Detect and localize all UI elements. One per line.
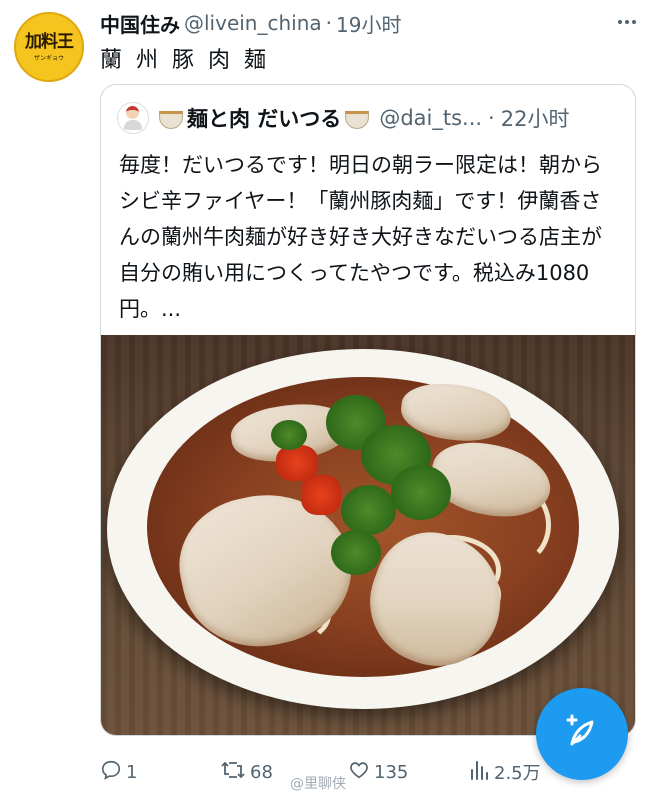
like-count: 135: [374, 761, 409, 783]
quote-time[interactable]: 22小时: [501, 103, 570, 133]
quote-header: 麺と肉 だいつる @dai_ts... · 22小时: [117, 101, 627, 135]
header-separator: ·: [325, 11, 333, 35]
reply-icon: [100, 759, 126, 786]
quote-author-avatar[interactable]: [117, 102, 149, 134]
watermark: @里聊侠: [290, 776, 346, 792]
compose-feather-icon: [560, 710, 604, 758]
noodle-bowl-photo[interactable]: [101, 335, 635, 735]
views-button[interactable]: 2.5万: [468, 756, 541, 788]
author-avatar[interactable]: 加料王 ザンギョウ: [14, 12, 84, 82]
tweet-card[interactable]: 加料王 ザンギョウ 中国住み @livein_china · 19小时 蘭州豚肉…: [0, 0, 653, 800]
author-name[interactable]: 中国住み: [100, 9, 180, 38]
ramen-bowl-icon: [345, 111, 370, 129]
retweet-button[interactable]: 68: [220, 756, 273, 788]
quote-separator: ·: [488, 106, 495, 130]
tweet-text: 蘭州豚肉麺: [100, 48, 281, 73]
quote-text: 毎度！だいつるです！明日の朝ラー限定は！朝からシビ辛ファイヤー！「蘭州豚肉麺」で…: [119, 153, 602, 321]
views-count: 2.5万: [494, 763, 541, 784]
like-button[interactable]: 135: [348, 756, 408, 788]
ramen-bowl-icon: [159, 111, 183, 129]
author-handle[interactable]: @livein_china: [184, 11, 322, 35]
cilantro: [341, 485, 396, 535]
heart-icon: [348, 759, 374, 786]
cilantro: [391, 465, 451, 520]
more-horizontal-icon[interactable]: [615, 10, 639, 34]
retweet-count: 68: [250, 761, 273, 783]
views-icon: [468, 759, 494, 786]
reply-count: 1: [126, 761, 138, 783]
cilantro: [331, 530, 381, 575]
avatar-logo-text: 加料王: [25, 31, 74, 52]
tweet-time[interactable]: 19小时: [336, 9, 401, 38]
retweet-icon: [220, 759, 250, 786]
chili-flakes: [301, 475, 341, 515]
quote-author-handle[interactable]: @dai_ts...: [379, 106, 482, 130]
quoted-tweet[interactable]: 麺と肉 だいつる @dai_ts... · 22小时 毎度！だいつるです！明日の…: [100, 84, 636, 736]
tweet-header: 中国住み @livein_china · 19小时: [100, 8, 620, 38]
cilantro: [271, 420, 307, 450]
avatar-logo-subtext: ザンギョウ: [33, 54, 64, 62]
compose-button[interactable]: [536, 688, 628, 780]
quote-author-name[interactable]: 麺と肉 だいつる: [187, 103, 341, 133]
reply-button[interactable]: 1: [100, 756, 137, 788]
